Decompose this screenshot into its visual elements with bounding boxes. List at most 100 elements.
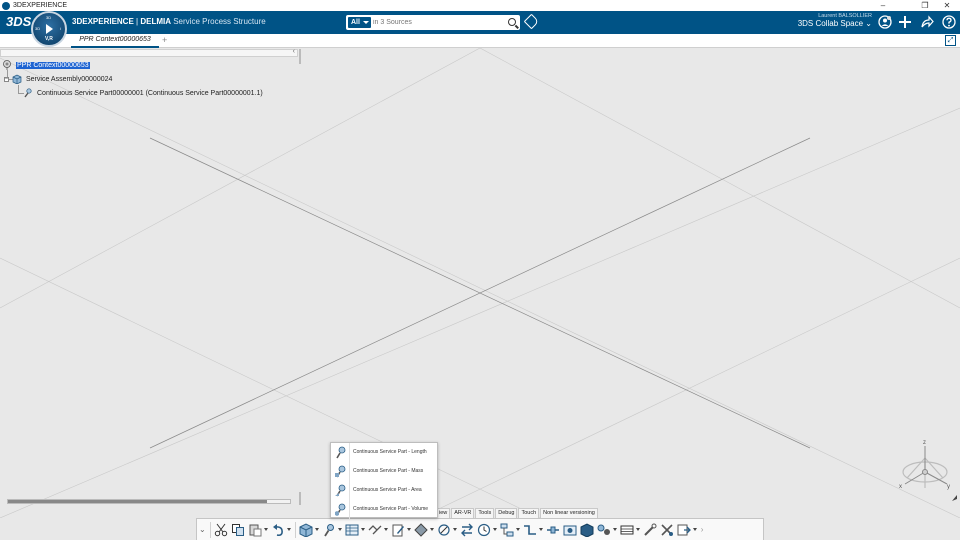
collab-space: 3DS Collab Space ⌄	[798, 19, 872, 28]
chevron-down-icon[interactable]	[538, 528, 543, 531]
chevron-down-icon[interactable]	[612, 528, 617, 531]
publish-icon[interactable]	[677, 522, 692, 537]
chevron-down-icon[interactable]: ⌄	[199, 525, 206, 534]
section-tab-touch[interactable]: Touch	[518, 508, 540, 518]
add-tab-button[interactable]: +	[162, 34, 167, 47]
separator	[294, 521, 296, 538]
ds-logo[interactable]: 3DS	[6, 14, 31, 29]
search-input[interactable]	[373, 16, 503, 29]
chevron-down-icon[interactable]	[360, 528, 365, 531]
axis-z-label: z	[923, 440, 926, 446]
clock-icon[interactable]	[477, 522, 492, 537]
chevron-down-icon[interactable]	[406, 528, 411, 531]
measure-icon[interactable]	[437, 522, 452, 537]
swap-icon[interactable]	[460, 522, 475, 537]
top-bar: 3DS 3DEXPERIENCE | DELMIA Service Proces…	[0, 11, 960, 34]
tab-bar: PPR Context00000653 + ⤢	[0, 34, 960, 48]
section-tab-view[interactable]: iew	[436, 508, 451, 518]
continuous-service-part-icon[interactable]	[322, 522, 337, 537]
search-box: All	[346, 15, 520, 30]
service-assembly-icon	[12, 74, 22, 84]
chevron-down-icon[interactable]	[515, 528, 520, 531]
chevron-down-icon[interactable]	[452, 528, 457, 531]
maximize-icon[interactable]: ⤢	[945, 35, 956, 46]
brand-company: DELMIA	[140, 17, 171, 26]
structure-icon[interactable]	[500, 522, 515, 537]
flyout-item-length[interactable]: Continuous Service Part - Length	[331, 443, 438, 462]
scrollbar-thumb[interactable]	[8, 500, 267, 503]
table-view-icon[interactable]	[345, 522, 360, 537]
copy-icon[interactable]	[231, 522, 246, 537]
window-title: 3DEXPERIENCE	[13, 2, 68, 9]
tree-node-ppr-context[interactable]: PPR Context00000653	[2, 60, 90, 70]
section-tab-non-linear-versioning[interactable]: Non linear versioning	[540, 508, 598, 518]
chevron-left-icon[interactable]: ‹	[293, 48, 295, 55]
orientation-robot[interactable]: z x y	[893, 438, 957, 508]
axis-y-label: y	[947, 484, 950, 490]
collab-space-label: 3DS Collab Space	[797, 19, 864, 28]
flyout-item-volume[interactable]: Continuous Service Part - Volume	[331, 500, 438, 519]
play-icon	[46, 24, 53, 34]
edit-icon[interactable]	[391, 522, 406, 537]
chevron-down-icon[interactable]	[635, 528, 640, 531]
add-icon[interactable]	[898, 15, 912, 29]
continuous-service-part-flyout: Continuous Service Part - Length Continu…	[330, 442, 438, 519]
panel-splitter[interactable]	[299, 49, 301, 64]
undo-icon[interactable]	[271, 522, 286, 537]
tree-node-service-assembly[interactable]: Service Assembly00000024	[12, 74, 112, 84]
chevron-down-icon[interactable]	[337, 528, 342, 531]
paste-icon[interactable]	[248, 522, 263, 537]
tree-node-label: Continuous Service Part00000001 (Continu…	[37, 89, 263, 97]
tools-icon[interactable]	[643, 522, 658, 537]
chevron-down-icon[interactable]	[314, 528, 319, 531]
restore-button[interactable]: ❐	[914, 0, 936, 11]
user-menu[interactable]: Laurent BALSOLLIER 3DS Collab Space ⌄	[798, 13, 872, 28]
panel-icon[interactable]	[620, 522, 635, 537]
continuous-service-part-icon	[24, 88, 32, 98]
tab-ppr-context[interactable]: PPR Context00000653	[71, 34, 159, 48]
panel-splitter-bottom[interactable]	[299, 492, 301, 505]
resize-grip-icon[interactable]	[950, 494, 958, 502]
chevron-down-icon[interactable]	[692, 528, 697, 531]
connector-icon[interactable]	[523, 522, 538, 537]
share-icon[interactable]	[920, 15, 934, 29]
chevron-down-icon[interactable]	[286, 528, 291, 531]
brand-title: 3DEXPERIENCE | DELMIA Service Process St…	[72, 17, 266, 26]
product-cube-icon[interactable]	[299, 522, 314, 537]
chevron-right-icon[interactable]: ›	[701, 525, 704, 534]
3d-viewport[interactable]	[0, 48, 960, 518]
section-tab-debug[interactable]: Debug	[495, 508, 518, 518]
action-bar-section-tabs: iew AR-VR Tools Debug Touch Non linear v…	[436, 508, 599, 518]
wrench-icon[interactable]	[660, 522, 675, 537]
chevron-down-icon[interactable]	[383, 528, 388, 531]
diamond-icon[interactable]	[414, 522, 429, 537]
capture-icon[interactable]	[563, 522, 578, 537]
close-button[interactable]: ✕	[936, 0, 958, 11]
flyout-item-area[interactable]: Continuous Service Part - Area	[331, 481, 438, 500]
chevron-down-icon[interactable]	[263, 528, 268, 531]
section-tab-ar-vr[interactable]: AR-VR	[451, 508, 475, 518]
render-icon[interactable]	[580, 522, 595, 537]
user-profile-icon[interactable]	[878, 15, 892, 29]
chevron-down-icon[interactable]	[429, 528, 434, 531]
flow-icon[interactable]	[368, 522, 383, 537]
service-part-area-icon	[335, 484, 346, 497]
minimize-button[interactable]: –	[872, 0, 894, 11]
tree-horizontal-scrollbar[interactable]	[7, 499, 291, 504]
window-title-bar: 3DEXPERIENCE – ❐ ✕	[0, 0, 960, 11]
search-icon[interactable]	[508, 18, 516, 26]
tree-node-continuous-service-part[interactable]: Continuous Service Part00000001 (Continu…	[23, 88, 263, 98]
help-icon[interactable]	[942, 15, 956, 29]
flyout-item-mass[interactable]: Continuous Service Part - Mass	[331, 462, 438, 481]
compass-left: 3D	[35, 26, 41, 31]
search-scope-dropdown[interactable]: All	[348, 17, 371, 28]
link-icon[interactable]	[546, 522, 561, 537]
group-icon[interactable]	[597, 522, 612, 537]
cut-icon[interactable]	[214, 522, 229, 537]
chevron-down-icon[interactable]	[492, 528, 497, 531]
tag-icon[interactable]	[523, 13, 540, 30]
perspective-grid	[0, 48, 960, 518]
compass-widget[interactable]: 3D 3D i V,R	[31, 11, 67, 47]
section-tab-tools[interactable]: Tools	[475, 508, 495, 518]
tree-expander[interactable]: –	[4, 77, 9, 82]
